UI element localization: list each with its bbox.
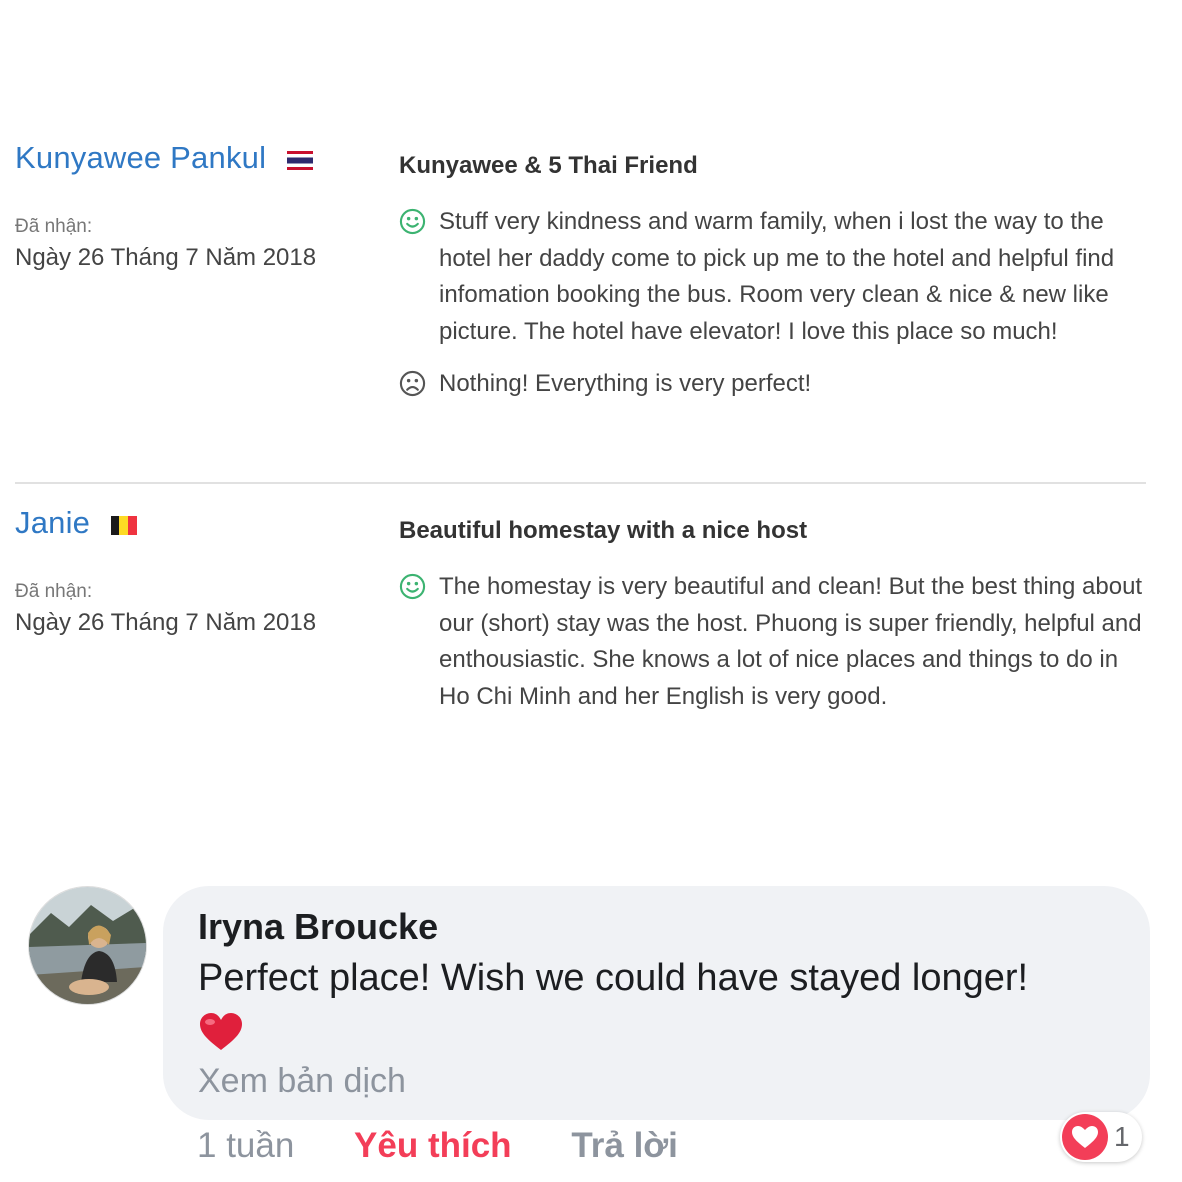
comment-time[interactable]: 1 tuần bbox=[197, 1126, 294, 1166]
red-heart-emoji-icon bbox=[200, 1013, 242, 1050]
received-label: Đã nhận: bbox=[15, 581, 93, 602]
positive-comment: The homestay is very beautiful and clean… bbox=[399, 569, 1144, 715]
review-content: Kunyawee & 5 Thai Friend Stuff very kind… bbox=[399, 152, 1144, 403]
smile-icon bbox=[399, 208, 426, 235]
heart-reaction-icon bbox=[1062, 1114, 1108, 1160]
review-content: Beautiful homestay with a nice host The … bbox=[399, 517, 1144, 715]
reaction-count: 1 bbox=[1114, 1121, 1130, 1152]
comment-actions: 1 tuần Yêu thích Trả lời bbox=[197, 1126, 728, 1166]
comment: Iryna Broucke Perfect place! Wish we cou… bbox=[0, 880, 1182, 1182]
positive-text: The homestay is very beautiful and clean… bbox=[439, 573, 1143, 710]
comment-text: Perfect place! Wish we could have stayed… bbox=[198, 957, 1029, 999]
thailand-flag-icon bbox=[286, 150, 313, 170]
positive-text: Stuff very kindness and warm family, whe… bbox=[439, 208, 1115, 345]
avatar-photo bbox=[29, 887, 146, 1004]
like-button[interactable]: Yêu thích bbox=[354, 1126, 512, 1166]
reviewer-info: Kunyawee Pankul Đã nhận: Ngày 26 Tháng 7… bbox=[15, 140, 385, 272]
review-title: Kunyawee & 5 Thai Friend bbox=[399, 152, 698, 179]
reviewer-name[interactable]: Kunyawee Pankul bbox=[15, 140, 266, 176]
negative-comment: Nothing! Everything is very perfect! bbox=[399, 366, 1144, 403]
avatar[interactable] bbox=[28, 886, 147, 1005]
frown-icon bbox=[399, 371, 426, 397]
reviewer-name[interactable]: Janie bbox=[15, 505, 90, 541]
review-divider bbox=[15, 482, 1146, 484]
smile-icon bbox=[399, 573, 426, 600]
positive-comment: Stuff very kindness and warm family, whe… bbox=[399, 204, 1144, 350]
reply-button[interactable]: Trả lời bbox=[571, 1126, 678, 1166]
received-label: Đã nhận: bbox=[15, 216, 93, 237]
reviewer-info: Janie Đã nhận: Ngày 26 Tháng 7 Năm 2018 bbox=[15, 505, 385, 637]
review-date: Ngày 26 Tháng 7 Năm 2018 bbox=[15, 244, 317, 271]
comment-author[interactable]: Iryna Broucke bbox=[198, 906, 438, 948]
belgium-flag-icon bbox=[110, 515, 137, 535]
see-translation-link[interactable]: Xem bản dịch bbox=[198, 1062, 406, 1101]
reaction-badge[interactable]: 1 bbox=[1060, 1112, 1142, 1162]
negative-text: Nothing! Everything is very perfect! bbox=[439, 370, 812, 398]
review-title: Beautiful homestay with a nice host bbox=[399, 517, 808, 544]
comment-bubble: Iryna Broucke Perfect place! Wish we cou… bbox=[163, 886, 1150, 1120]
review-date: Ngày 26 Tháng 7 Năm 2018 bbox=[15, 609, 317, 636]
